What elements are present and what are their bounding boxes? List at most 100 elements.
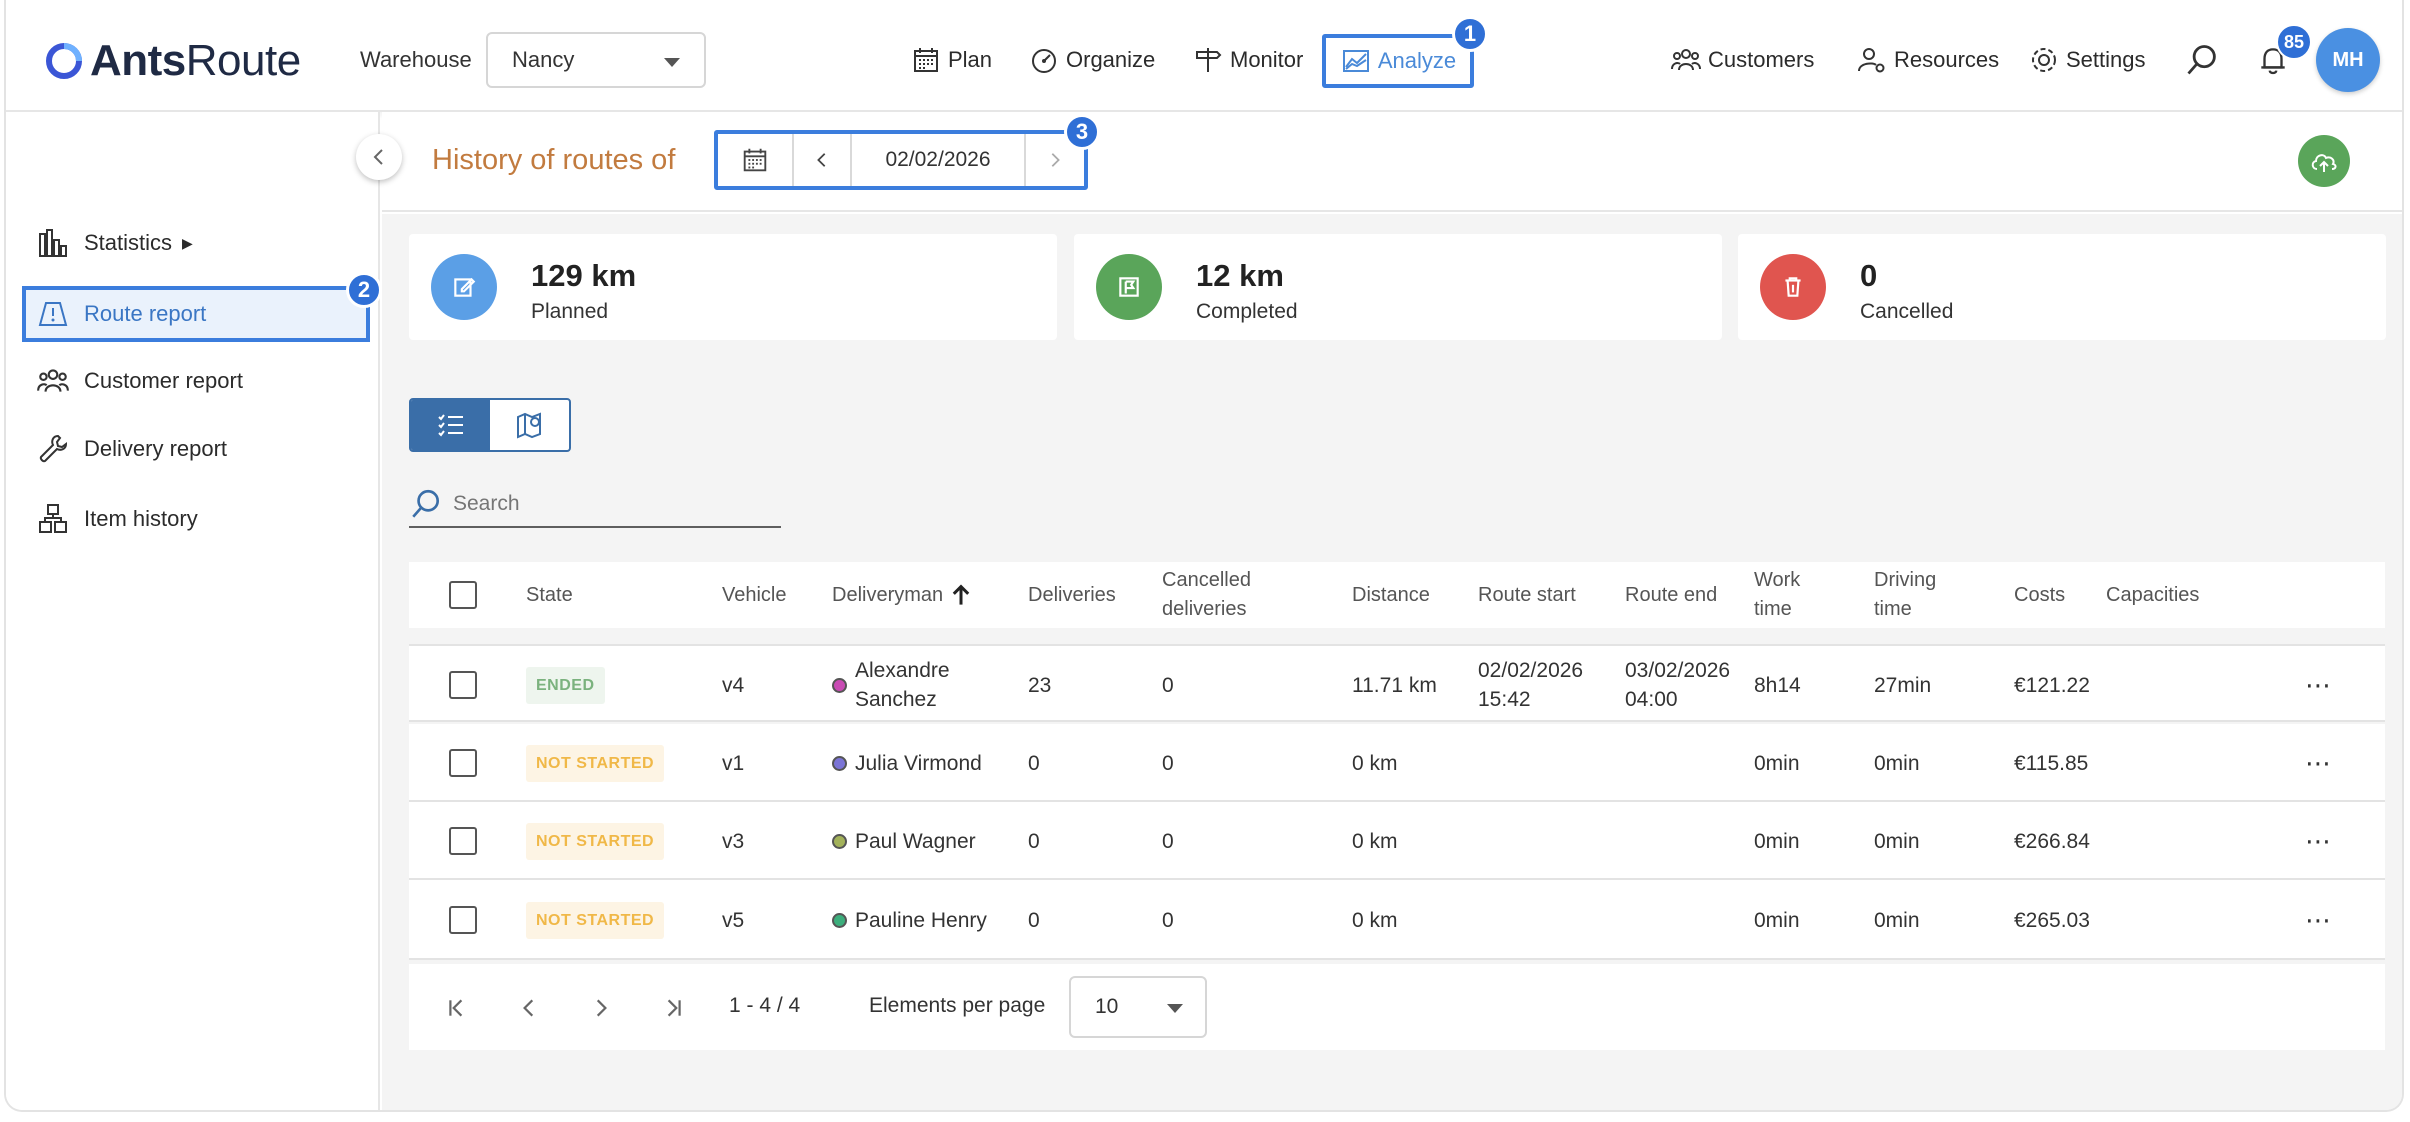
deliveryman-cell[interactable]: Paul Wagner bbox=[832, 802, 976, 880]
sidebar-item-route-report-label: Route report bbox=[84, 301, 207, 326]
row-checkbox[interactable] bbox=[449, 906, 477, 934]
previous-date-button[interactable] bbox=[794, 134, 852, 186]
sidebar-item-customer-report[interactable]: Customer report bbox=[30, 356, 243, 406]
deliveryman-cell[interactable]: Julia Virmond bbox=[832, 724, 982, 802]
table-row[interactable]: NOT STARTED v1 Julia Virmond 0 0 0 km 0min 0min… bbox=[409, 724, 2385, 802]
map-pin-icon bbox=[516, 412, 541, 439]
nav-resources[interactable]: Resources bbox=[1856, 34, 1999, 86]
previous-page-button[interactable] bbox=[513, 992, 545, 1024]
deliveryman-cell[interactable]: Pauline Henry bbox=[832, 880, 987, 960]
header-work-time[interactable]: Work time bbox=[1754, 562, 1800, 628]
chevron-left-icon bbox=[817, 153, 826, 167]
row-more-options-button[interactable]: ⋯ bbox=[2305, 802, 2332, 880]
work-time-cell: 0min bbox=[1754, 829, 1800, 853]
calendar-icon bbox=[743, 148, 767, 172]
header-route-start[interactable]: Route start bbox=[1478, 562, 1576, 628]
distance-cell: 0 km bbox=[1352, 829, 1398, 853]
work-time-cell: 8h14 bbox=[1754, 673, 1801, 697]
header-capacities[interactable]: Capacities bbox=[2106, 562, 2199, 628]
last-page-button[interactable] bbox=[657, 992, 689, 1024]
caret-down-icon bbox=[664, 58, 680, 67]
collapse-sidebar-button[interactable] bbox=[356, 134, 402, 180]
sidebar-item-delivery-report[interactable]: Delivery report bbox=[30, 424, 227, 474]
nav-monitor[interactable]: Monitor bbox=[1192, 34, 1303, 86]
app-window: AntsRoute Warehouse Nancy Plan Organize … bbox=[4, 0, 2404, 1112]
row-checkbox[interactable] bbox=[449, 671, 477, 699]
deliveryman-name-line2: Sanchez bbox=[855, 688, 937, 711]
list-view-button[interactable] bbox=[411, 400, 490, 450]
nav-customers[interactable]: Customers bbox=[1670, 34, 1814, 86]
table-row[interactable]: NOT STARTED v3 Paul Wagner 0 0 0 km 0min 0min €2… bbox=[409, 802, 2385, 880]
search-input[interactable] bbox=[453, 492, 773, 516]
ants-logo-icon bbox=[46, 43, 82, 79]
distance-cell: 11.71 km bbox=[1352, 673, 1437, 697]
deliveryman-name: Paul Wagner bbox=[855, 827, 976, 856]
state-cell: ENDED bbox=[526, 646, 605, 724]
table-row[interactable]: NOT STARTED v5 Pauline Henry 0 0 0 km 0min 0min… bbox=[409, 880, 2385, 960]
row-checkbox[interactable] bbox=[449, 749, 477, 777]
sidebar-item-statistics[interactable]: Statistics ▶ bbox=[30, 218, 193, 268]
page-title: History of routes of bbox=[432, 144, 676, 176]
export-cloud-button[interactable] bbox=[2298, 135, 2350, 187]
route-start-cell: 02/02/2026 15:42 bbox=[1478, 646, 1583, 724]
warehouse-select[interactable]: Nancy bbox=[486, 32, 706, 88]
logo-text: AntsRoute bbox=[90, 36, 301, 85]
map-view-button[interactable] bbox=[490, 400, 569, 450]
header-distance[interactable]: Distance bbox=[1352, 562, 1430, 628]
vehicle-cell: v3 bbox=[722, 829, 745, 853]
page-range: 1 - 4 / 4 bbox=[729, 994, 801, 1017]
row-more-options-button[interactable]: ⋯ bbox=[2305, 880, 2332, 960]
row-more-options-button[interactable]: ⋯ bbox=[2305, 724, 2332, 802]
user-avatar[interactable]: MH bbox=[2316, 28, 2380, 92]
header-cancelled-line1: Cancelled bbox=[1162, 569, 1251, 591]
nav-plan[interactable]: Plan bbox=[910, 34, 992, 86]
row-checkbox[interactable] bbox=[449, 827, 477, 855]
header-driving-time[interactable]: Driving time bbox=[1874, 562, 1936, 628]
state-cell: NOT STARTED bbox=[526, 802, 665, 880]
header-driving-line1: Driving bbox=[1874, 569, 1937, 591]
route-start-time: 15:42 bbox=[1478, 688, 1531, 711]
status-badge: NOT STARTED bbox=[526, 901, 665, 939]
driving-time-cell: 0min bbox=[1874, 908, 1920, 932]
checklist-icon bbox=[437, 414, 463, 437]
per-page-select[interactable]: 10 bbox=[1069, 976, 1207, 1038]
date-picker-button[interactable] bbox=[718, 134, 794, 186]
state-cell: NOT STARTED bbox=[526, 724, 665, 802]
pagination: 1 - 4 / 4 Elements per page 10 bbox=[409, 964, 2385, 1050]
annotation-badge-1: 1 bbox=[1452, 16, 1488, 52]
work-time-cell: 0min bbox=[1754, 751, 1800, 775]
status-badge: NOT STARTED bbox=[526, 822, 665, 860]
deliveryman-color-dot bbox=[832, 833, 847, 849]
deliveryman-color-dot bbox=[832, 755, 847, 771]
deliveries-cell: 0 bbox=[1028, 751, 1040, 775]
search-icon bbox=[2187, 45, 2216, 75]
header-route-end[interactable]: Route end bbox=[1625, 562, 1717, 628]
header-cancelled-deliveries[interactable]: Cancelled deliveries bbox=[1162, 562, 1251, 628]
row-more-options-button[interactable]: ⋯ bbox=[2305, 646, 2332, 724]
deliveryman-cell[interactable]: Alexandre Sanchez bbox=[832, 646, 950, 724]
nav-analyze[interactable]: Analyze bbox=[1322, 34, 1474, 88]
first-page-button[interactable] bbox=[441, 992, 473, 1024]
sidebar-item-item-history[interactable]: Item history bbox=[30, 494, 198, 544]
select-all-checkbox[interactable] bbox=[449, 581, 477, 609]
header-deliveries[interactable]: Deliveries bbox=[1028, 562, 1116, 628]
header-deliveryman[interactable]: Deliveryman bbox=[832, 562, 973, 628]
global-search-button[interactable] bbox=[2184, 34, 2226, 86]
nav-organize-label: Organize bbox=[1066, 47, 1156, 72]
chevron-right-icon bbox=[1051, 153, 1060, 167]
next-page-button[interactable] bbox=[585, 992, 617, 1024]
table-header: State Vehicle Deliveryman Deliveries Can… bbox=[409, 562, 2385, 628]
header-state[interactable]: State bbox=[526, 562, 573, 628]
app-logo[interactable]: AntsRoute bbox=[44, 36, 301, 86]
deliveryman-name-line1: Julia Virmond bbox=[855, 751, 982, 775]
distance-cell: 0 km bbox=[1352, 751, 1398, 775]
header-costs[interactable]: Costs bbox=[2014, 562, 2065, 628]
gear-icon bbox=[2032, 48, 2056, 72]
nav-settings[interactable]: Settings bbox=[2028, 34, 2146, 86]
edit-icon bbox=[431, 254, 497, 320]
deliveryman-name-line1: Paul Wagner bbox=[855, 829, 976, 853]
table-row[interactable]: ENDED v4 Alexandre Sanchez 23 0 11.71 km 02/02/… bbox=[409, 644, 2385, 722]
header-vehicle[interactable]: Vehicle bbox=[722, 562, 787, 628]
nav-organize[interactable]: Organize bbox=[1028, 34, 1155, 86]
sidebar-item-route-report[interactable]: Route report bbox=[22, 286, 370, 342]
